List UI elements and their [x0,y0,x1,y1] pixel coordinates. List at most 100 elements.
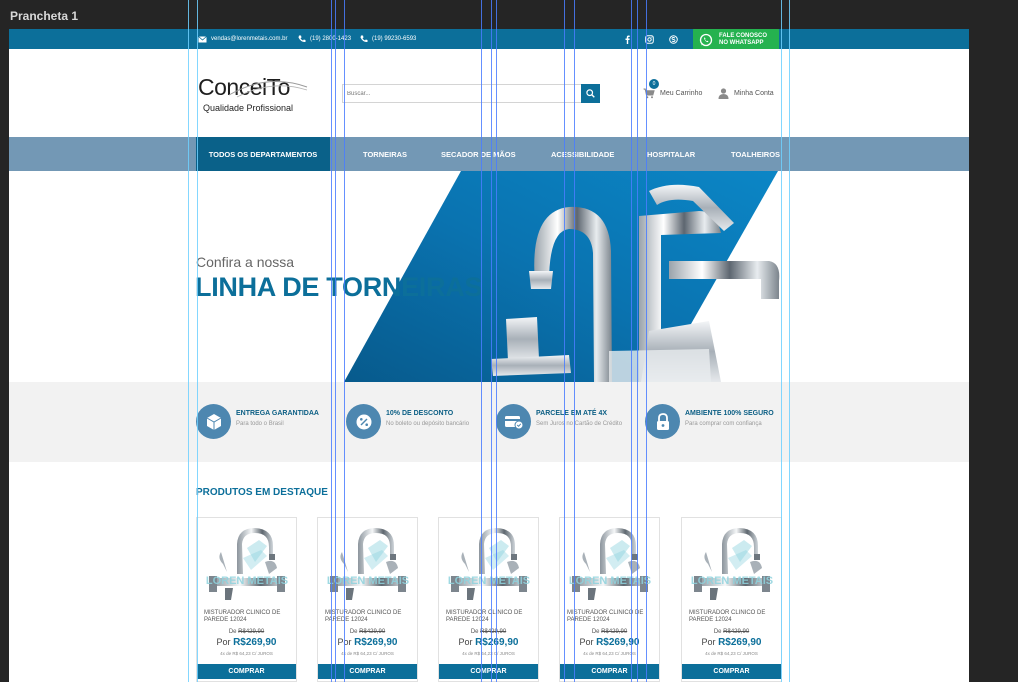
benefit-installments: PARCELE EM ATÉ 4X Sem Juros no Cartão de… [496,402,636,439]
benefit-discount: 10% DE DESCONTO No boleto ou depósito ba… [346,402,486,439]
product-installments: 4x de R$ 64,23 C/ JUROS [220,651,273,656]
benefit-secure: AMBIENTE 100% SEGURO Para comprar com co… [645,402,785,439]
product-installments: 4x de R$ 64,23 C/ JUROS [341,651,394,656]
hero-subtitle: Confira a nossa [196,254,295,270]
hero-banner[interactable]: Confira a nossa LINHA DE TORNEIRAS [9,171,969,382]
old-price-value: R$429,90 [238,629,265,635]
benefits-bar: ENTREGA GARANTIDAA Para todo o Brasil 10… [9,382,969,462]
nav-item-secador[interactable]: SECADOR DE MÃOS [441,137,516,171]
box-icon [196,404,231,439]
search-icon [586,89,595,98]
instagram-icon[interactable] [643,33,655,45]
skype-icon[interactable] [667,33,679,45]
nav-item-acessibilidade[interactable]: ACESSIBILIDADE [551,137,614,171]
price-value: R$269,90 [354,637,398,648]
artboard-label: Prancheta 1 [10,9,79,23]
benefit-text: Para comprar com confiança [685,421,762,427]
old-price-value: R$429,90 [359,629,386,635]
main-nav: TODOS OS DEPARTAMENTOS TORNEIRAS SECADOR… [9,137,969,171]
featured-products-title: PRODUTOS EM DESTAQUE [196,487,328,498]
product-price: Por R$269,90 [318,637,417,648]
nav-item-torneiras[interactable]: TORNEIRAS [363,137,407,171]
buy-button[interactable]: COMPRAR [318,664,417,679]
hero-title: LINHA DE TORNEIRAS [195,272,483,302]
product-watermark: LOREN METAIS [448,575,530,587]
price-value: R$269,90 [718,637,762,648]
card-icon [496,404,531,439]
product-old-price: De R$429,90 [197,629,296,635]
search-input[interactable] [343,85,583,102]
product-image: LOREN METAIS [206,528,288,600]
price-value: R$269,90 [596,637,640,648]
guide-line [197,0,198,682]
phone-icon [298,35,306,43]
product-installments: 4x de R$ 64,23 C/ JUROS [462,651,515,656]
phone-icon [360,35,368,43]
product-card[interactable]: LOREN METAIS MISTURADOR CLINICO DE PARED… [681,517,782,682]
cart-label: Meu Carrinho [660,89,703,97]
user-icon [718,87,729,99]
guide-line [188,0,189,682]
phone2-text: (19) 99230-6593 [372,36,417,42]
cart-count-badge: 0 [649,79,659,89]
product-price: Por R$269,90 [439,637,538,648]
product-old-price: De R$429,90 [318,629,417,635]
old-price-prefix: De [591,629,600,635]
whatsapp-line1: FALE CONOSCO [719,33,768,39]
price-prefix: Por [216,637,231,647]
buy-button[interactable]: COMPRAR [197,664,296,679]
product-name[interactable]: MISTURADOR CLINICO DE PAREDE 12024 [325,610,413,624]
nav-all-departments[interactable]: TODOS OS DEPARTAMENTOS [196,137,330,171]
guide-line [631,0,632,682]
old-price-value: R$429,90 [601,629,628,635]
guide-line [344,0,345,682]
email-text: vendas@lorenmetais.com.br [211,36,288,42]
whatsapp-icon [699,33,713,47]
guide-line [481,0,482,682]
product-watermark: LOREN METAIS [206,575,288,587]
product-image: LOREN METAIS [691,528,773,600]
account-link[interactable]: Minha Conta [718,87,774,99]
product-watermark: LOREN METAIS [327,575,409,587]
guide-line [781,0,782,682]
guide-line [574,0,575,682]
mail-icon [198,35,207,42]
price-prefix: Por [458,637,473,647]
product-card[interactable]: LOREN METAIS MISTURADOR CLINICO DE PARED… [438,517,539,682]
product-watermark: LOREN METAIS [691,575,773,587]
email-link[interactable]: vendas@lorenmetais.com.br [198,29,287,49]
benefit-text: No boleto ou depósito bancário [386,421,470,427]
old-price-prefix: De [228,629,237,635]
product-watermark: LOREN METAIS [569,575,651,587]
discount-icon [346,404,381,439]
guide-line [496,0,497,682]
benefit-title: AMBIENTE 100% SEGURO [685,410,774,417]
nav-item-toalheiros[interactable]: TOALHEIROS [731,137,780,171]
logo-swoosh-icon [228,81,308,98]
phone2-link[interactable]: (19) 99230-6593 [360,29,416,49]
logo-subtitle: Qualidade Profissional [203,103,294,113]
benefit-title: PARCELE EM ATÉ 4X [536,410,608,417]
product-name[interactable]: MISTURADOR CLINICO DE PAREDE 12024 [446,610,534,624]
price-value: R$269,90 [233,637,277,648]
old-price-value: R$429,90 [480,629,507,635]
nav-item-hospitalar[interactable]: HOSPITALAR [647,137,695,171]
lock-icon [645,404,680,439]
benefit-title: ENTREGA GARANTIDAA [236,410,319,417]
old-price-prefix: De [470,629,479,635]
product-name[interactable]: MISTURADOR CLINICO DE PAREDE 12024 [689,610,777,624]
product-card[interactable]: LOREN METAIS MISTURADOR CLINICO DE PARED… [317,517,418,682]
product-name[interactable]: MISTURADOR CLINICO DE PAREDE 12024 [567,610,655,624]
product-card[interactable]: LOREN METAIS MISTURADOR CLINICO DE PARED… [196,517,297,682]
price-prefix: Por [701,637,716,647]
benefit-title: 10% DE DESCONTO [386,410,454,417]
product-name[interactable]: MISTURADOR CLINICO DE PAREDE 12024 [204,610,292,624]
search-button[interactable] [581,84,600,103]
price-prefix: Por [579,637,594,647]
guide-line [789,0,790,682]
guide-line [637,0,638,682]
buy-button[interactable]: COMPRAR [439,664,538,679]
product-old-price: De R$429,90 [439,629,538,635]
buy-button[interactable]: COMPRAR [682,664,781,679]
product-image: LOREN METAIS [327,528,409,600]
